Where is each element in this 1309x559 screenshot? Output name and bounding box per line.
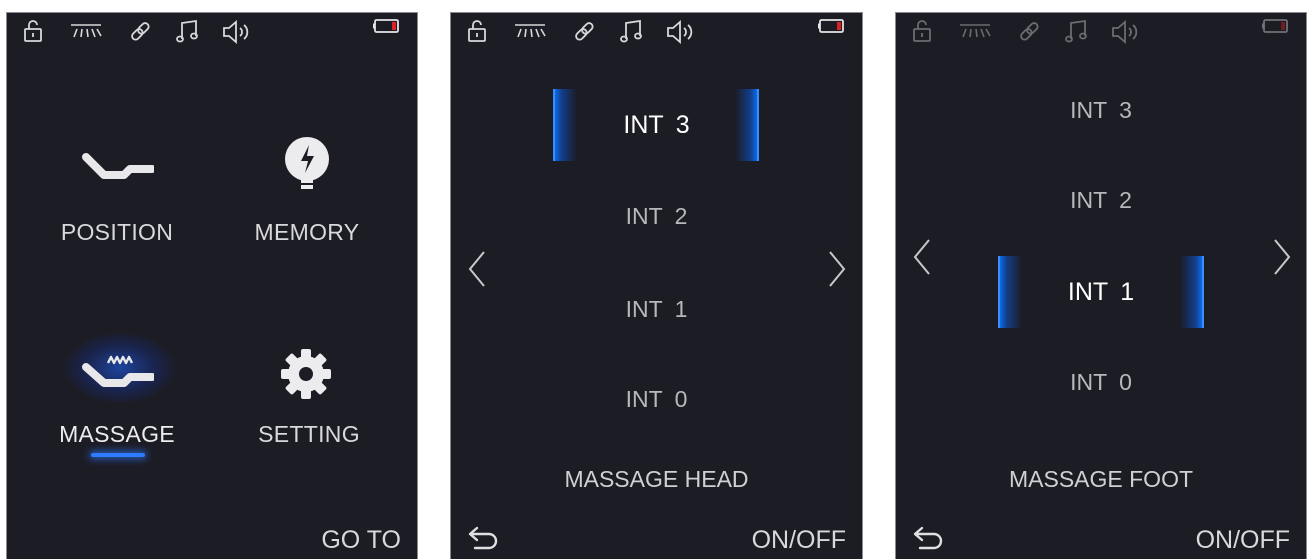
screen-title: MASSAGE HEAD [564,466,749,492]
level-name: INT [1070,97,1108,123]
home-screen: POSITION MEMORY MASSAGE SETTING GO TO [6,12,418,559]
link-icon[interactable] [1016,19,1042,45]
level-name: INT [625,296,663,322]
light-icon[interactable] [958,19,992,43]
link-icon[interactable] [571,19,597,45]
status-bar [21,17,403,47]
screen-title: MASSAGE FOOT [1008,466,1194,492]
setting-label: SETTING [258,421,360,447]
battery-icon [818,19,844,33]
level-name: INT [623,111,664,139]
massage-foot-screen: INT 3 INT 2 INT 1 INT 0 MASSAGE FOOT ON/OFF [895,12,1307,559]
light-icon[interactable] [69,19,103,43]
level-item-0[interactable]: INT 0 [451,386,862,413]
status-bar [910,17,1292,47]
speaker-icon[interactable] [221,19,253,45]
massage-head-screen: INT 3 INT 2 INT 1 INT 0 MASSAGE HEAD ON/OFF [450,12,863,559]
setting-icon[interactable] [279,347,333,401]
back-icon[interactable] [912,525,946,553]
chevron-right-icon[interactable] [827,249,847,289]
chevron-right-icon[interactable] [1272,237,1292,277]
level-value: 1 [1120,278,1135,306]
level-value: 2 [1119,187,1132,213]
level-value: 0 [674,386,688,412]
level-item-3[interactable]: INT 3 [451,111,862,140]
goto-button[interactable]: GO TO [321,526,401,555]
massage-label: MASSAGE [59,421,175,447]
level-name: INT [625,203,663,229]
memory-icon[interactable] [279,135,335,197]
level-item-2[interactable]: INT 2 [896,187,1306,214]
level-item-2[interactable]: INT 2 [451,203,862,230]
level-value: 0 [1119,369,1132,395]
level-value: 1 [674,296,688,322]
lock-icon[interactable] [21,19,45,43]
level-item-1[interactable]: INT 1 [896,278,1306,307]
speaker-icon[interactable] [1110,19,1142,45]
level-value: 2 [674,203,688,229]
selected-indicator [91,453,145,457]
music-icon[interactable] [619,19,645,45]
music-icon[interactable] [175,19,201,45]
light-icon[interactable] [513,19,547,43]
level-item-3[interactable]: INT 3 [896,97,1306,124]
level-value: 3 [1119,97,1132,123]
onoff-button[interactable]: ON/OFF [752,526,846,555]
music-icon[interactable] [1064,19,1090,45]
lock-icon[interactable] [465,19,489,43]
position-label: POSITION [60,219,174,245]
chevron-left-icon[interactable] [912,237,932,277]
speaker-icon[interactable] [665,19,697,45]
lock-icon[interactable] [910,19,934,43]
position-icon[interactable] [82,147,154,187]
link-icon[interactable] [127,19,153,45]
level-name: INT [1067,278,1109,306]
status-bar [465,17,848,47]
level-name: INT [1070,187,1108,213]
memory-label: MEMORY [254,219,360,245]
level-item-0[interactable]: INT 0 [896,369,1306,396]
level-name: INT [625,386,663,412]
back-icon[interactable] [467,525,501,553]
level-name: INT [1070,369,1108,395]
battery-icon [1262,19,1288,33]
chevron-left-icon[interactable] [467,249,487,289]
battery-icon [373,19,399,33]
level-value: 3 [675,111,690,139]
massage-icon[interactable] [82,349,154,393]
onoff-button[interactable]: ON/OFF [1196,526,1290,555]
level-item-1[interactable]: INT 1 [451,296,862,323]
